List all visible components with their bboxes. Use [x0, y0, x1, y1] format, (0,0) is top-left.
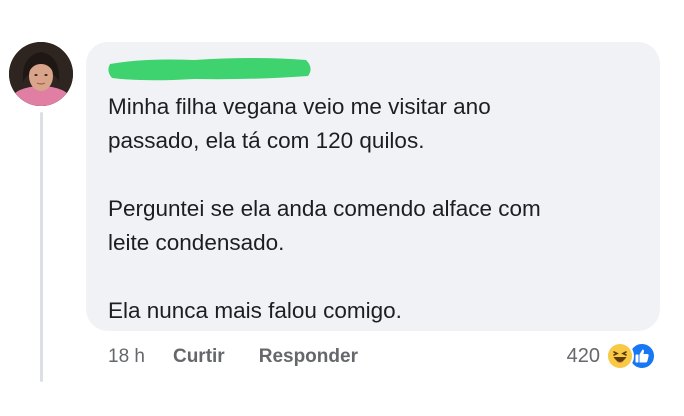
comment-paragraph-3: Ela nunca mais falou comigo. [108, 294, 648, 328]
comment-text: Minha filha vegana veio me visitar ano p… [108, 90, 648, 328]
comment-paragraph-2: Perguntei se ela anda comendo alface com… [108, 192, 648, 260]
haha-icon [606, 342, 634, 370]
comment-timestamp[interactable]: 18 h [108, 346, 145, 368]
author-name-redaction [104, 52, 316, 84]
reactions-summary[interactable]: 420 [567, 340, 662, 372]
reaction-icons [606, 340, 662, 372]
comment-line-1: Minha filha vegana veio me visitar ano p… [108, 94, 491, 153]
thread-line [40, 112, 43, 382]
comment-line-2: Perguntei se ela anda comendo alface com… [108, 196, 541, 255]
reaction-count[interactable]: 420 [567, 345, 600, 368]
comment-paragraph-1: Minha filha vegana veio me visitar ano p… [108, 90, 648, 158]
comment-actions: 18 h Curtir Responder [108, 343, 392, 371]
avatar-photo [9, 42, 73, 106]
reply-button[interactable]: Responder [259, 346, 358, 368]
like-button[interactable]: Curtir [173, 346, 225, 368]
comment-line-3: Ela nunca mais falou comigo. [108, 298, 402, 323]
avatar[interactable] [9, 42, 73, 106]
